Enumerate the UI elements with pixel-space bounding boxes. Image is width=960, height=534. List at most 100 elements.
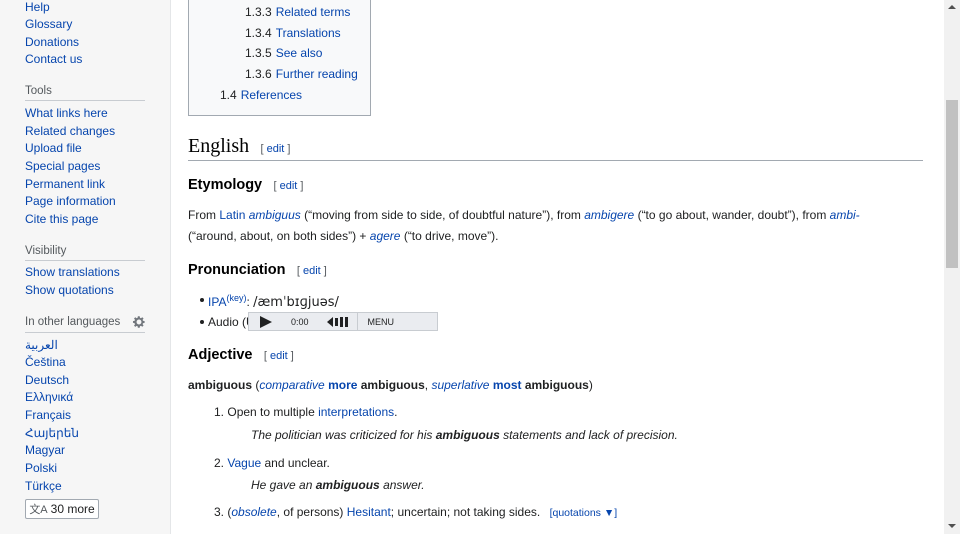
text: The politician was criticized for his: [251, 428, 436, 442]
sense-2-example: He gave an ambiguous answer.: [251, 475, 425, 495]
toc-item[interactable]: 1.4 References: [220, 88, 302, 102]
link-ambiguus[interactable]: ambiguus: [249, 208, 301, 222]
toc-link-related-terms[interactable]: Related terms: [276, 5, 351, 19]
edit-link-label[interactable]: edit: [303, 265, 321, 277]
lang-link-polish[interactable]: Polski: [25, 461, 57, 475]
audio-player: 0:00 MENU: [248, 312, 438, 331]
edit-link-etymology[interactable]: [ edit ]: [273, 180, 303, 192]
scroll-up-icon[interactable]: [948, 5, 956, 9]
link-ipa[interactable]: IPA: [208, 295, 226, 309]
sidebar-link-page-information[interactable]: Page information: [25, 194, 116, 208]
main-content: 1.3.3 Related terms 1.3.4 Translations 1.3…: [170, 0, 944, 534]
toc-item[interactable]: 1.3.4 Translations: [245, 26, 341, 40]
text: statements and lack of precision.: [499, 428, 678, 442]
link-superlative[interactable]: superlative: [431, 378, 489, 392]
sidebar-link-special-pages[interactable]: Special pages: [25, 159, 100, 173]
heading-divider: [188, 160, 923, 161]
more-languages-button[interactable]: 文A 30 more: [25, 499, 99, 519]
text: (“to go about, wander, doubt”), from: [634, 208, 830, 222]
link-comparative[interactable]: comparative: [259, 378, 324, 392]
sidebar-link-cite-this-page[interactable]: Cite this page: [25, 212, 98, 226]
toc-link-see-also[interactable]: See also: [276, 46, 323, 60]
quotations-toggle[interactable]: [quotations ▼]: [550, 507, 618, 519]
toc-link-references[interactable]: References: [241, 88, 302, 102]
link-ipa-key[interactable]: (key): [226, 293, 246, 303]
text: ambiguous: [357, 378, 425, 392]
link-latin[interactable]: Latin: [219, 208, 245, 222]
sidebar-link-show-translations[interactable]: Show translations: [25, 265, 120, 279]
toc-link-further-reading[interactable]: Further reading: [276, 67, 358, 81]
heading-english: English: [188, 135, 250, 157]
text: answer.: [379, 478, 425, 492]
text: :: [246, 295, 250, 309]
link-vague[interactable]: Vague: [227, 456, 261, 470]
scrollbar[interactable]: [944, 0, 960, 534]
text: Open to multiple: [227, 405, 319, 419]
lang-link-armenian[interactable]: Հայերեն: [25, 426, 79, 440]
translate-icon: 文A: [29, 504, 48, 516]
sidebar-link-what-links-here[interactable]: What links here: [25, 106, 108, 120]
link-ambigere[interactable]: ambigere: [584, 208, 634, 222]
sidebar-link-help[interactable]: Help: [25, 0, 50, 14]
tools-heading: Tools: [25, 85, 52, 97]
scrollbar-thumb[interactable]: [946, 100, 958, 268]
languages-divider: [25, 332, 145, 333]
link-more[interactable]: more: [328, 378, 357, 392]
tools-divider: [25, 100, 145, 101]
text: ): [588, 378, 593, 392]
toc-number: 1.3.5: [245, 46, 272, 60]
link-ambi[interactable]: ambi-: [830, 208, 860, 222]
text: ambiguous: [435, 428, 500, 442]
edit-link-adjective[interactable]: [ edit ]: [264, 350, 294, 362]
english-heading-row: English [ edit ]: [188, 135, 290, 158]
sidebar-link-glossary[interactable]: Glossary: [25, 17, 72, 31]
edit-link-pronunciation[interactable]: [ edit ]: [297, 265, 327, 277]
edit-link-english[interactable]: [ edit ]: [260, 143, 290, 155]
link-obsolete[interactable]: obsolete: [231, 505, 276, 519]
sense-2: 2. Vague and unclear.: [214, 453, 330, 473]
link-interpretations[interactable]: interpretations: [318, 405, 394, 419]
toc-number: 1.4: [220, 88, 237, 102]
lang-link-czech[interactable]: Čeština: [25, 355, 66, 369]
lang-link-arabic[interactable]: العربية: [25, 338, 58, 352]
edit-link-label[interactable]: edit: [267, 143, 285, 155]
etymology-heading-row: Etymology [ edit ]: [188, 177, 303, 193]
heading-pronunciation: Pronunciation: [188, 262, 286, 278]
audio-menu-button[interactable]: MENU: [356, 312, 405, 331]
toc-link-translations[interactable]: Translations: [276, 26, 341, 40]
bullet: [200, 298, 204, 302]
sense-3: 3. (obsolete, of persons) Hesitant; unce…: [214, 502, 617, 523]
play-icon[interactable]: [259, 315, 273, 328]
text: (“to drive, move”).: [400, 229, 499, 243]
lang-link-german[interactable]: Deutsch: [25, 373, 69, 387]
languages-heading: In other languages: [25, 316, 121, 328]
link-agere[interactable]: agere: [370, 229, 401, 243]
heading-adjective: Adjective: [188, 347, 253, 363]
edit-link-label[interactable]: edit: [280, 180, 298, 192]
toc-item[interactable]: 1.3.6 Further reading: [245, 67, 358, 81]
sidebar-link-upload-file[interactable]: Upload file: [25, 141, 82, 155]
sidebar-link-permanent-link[interactable]: Permanent link: [25, 177, 105, 191]
text: From: [188, 208, 220, 222]
sidebar-link-related-changes[interactable]: Related changes: [25, 124, 115, 138]
volume-icon[interactable]: [326, 316, 351, 328]
link-hesitant[interactable]: Hesitant: [347, 505, 391, 519]
edit-link-label[interactable]: edit: [270, 350, 288, 362]
lang-link-french[interactable]: Français: [25, 408, 71, 422]
toc-item[interactable]: 1.3.5 See also: [245, 46, 322, 60]
visibility-divider: [25, 260, 145, 261]
scroll-down-icon[interactable]: [948, 524, 956, 528]
lang-link-greek[interactable]: Ελληνικά: [25, 390, 73, 404]
pronunciation-heading-row: Pronunciation [ edit ]: [188, 262, 327, 278]
lang-link-hungarian[interactable]: Magyar: [25, 443, 65, 457]
link-most[interactable]: most: [493, 378, 522, 392]
etymology-line-2: (“around, about, on both sides”) + agere…: [188, 226, 499, 246]
gear-icon[interactable]: [132, 315, 146, 329]
toc-number: 1.3.3: [245, 5, 272, 19]
audio-time: 0:00: [291, 316, 309, 327]
sidebar-link-contact[interactable]: Contact us: [25, 52, 82, 66]
sidebar-link-show-quotations[interactable]: Show quotations: [25, 283, 114, 297]
lang-link-turkish[interactable]: Türkçe: [25, 479, 62, 493]
toc-item[interactable]: 1.3.3 Related terms: [245, 5, 350, 19]
sidebar-link-donations[interactable]: Donations: [25, 35, 79, 49]
